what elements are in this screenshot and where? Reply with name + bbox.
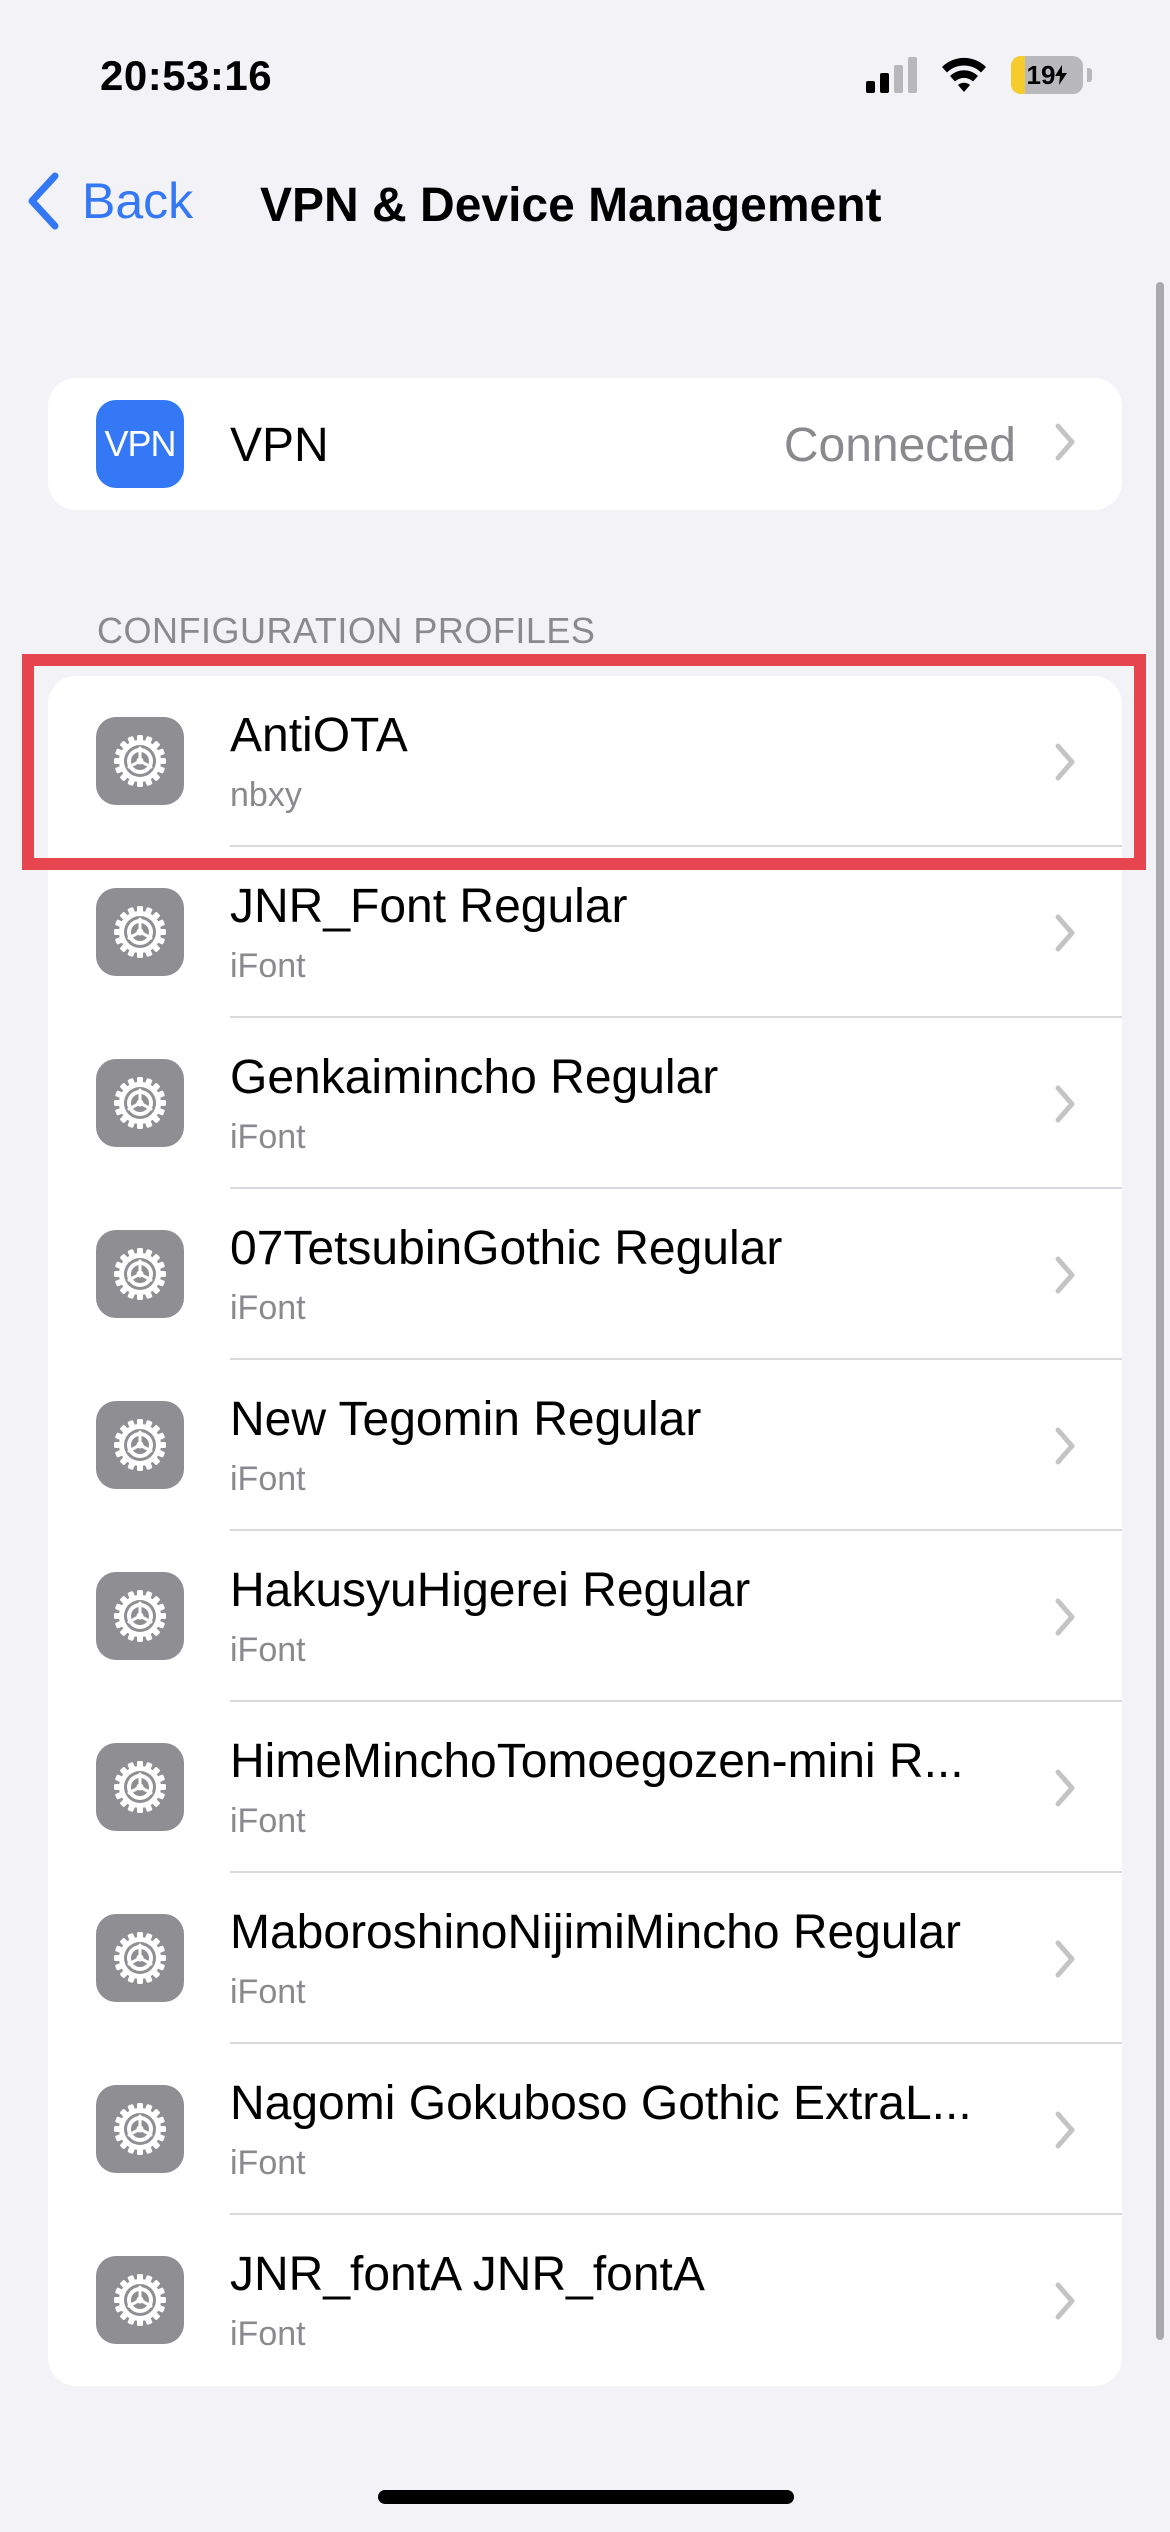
settings-gear-icon bbox=[96, 1401, 184, 1489]
charging-bolt-icon bbox=[1055, 65, 1068, 85]
vpn-status: Connected bbox=[783, 419, 1016, 472]
profile-subtitle: iFont bbox=[230, 2144, 306, 2182]
chevron-right-icon bbox=[1055, 1940, 1075, 1978]
configuration-profiles-list: AntiOTA nbxy JNR_Font Regular iFont Genk… bbox=[48, 676, 1122, 2386]
settings-gear-icon bbox=[96, 1059, 184, 1147]
settings-gear-icon bbox=[96, 1914, 184, 2002]
profile-title: JNR_fontA JNR_fontA bbox=[230, 2248, 705, 2301]
profile-row-6[interactable]: HimeMinchoTomoegozen-mini R... iFont bbox=[48, 1702, 1122, 1873]
profile-title: HimeMinchoTomoegozen-mini R... bbox=[230, 1735, 964, 1788]
profile-row-9[interactable]: JNR_fontA JNR_fontA iFont bbox=[48, 2215, 1122, 2386]
profile-row-1[interactable]: JNR_Font Regular iFont bbox=[48, 847, 1122, 1018]
profile-row-7[interactable]: MaboroshinoNijimiMincho Regular iFont bbox=[48, 1873, 1122, 2044]
vpn-icon: VPN bbox=[96, 400, 184, 488]
battery-icon: 19 bbox=[1011, 56, 1083, 94]
profile-title: HakusyuHigerei Regular bbox=[230, 1564, 751, 1617]
cellular-signal-icon bbox=[866, 57, 917, 93]
profile-subtitle: iFont bbox=[230, 1289, 306, 1327]
profile-row-8[interactable]: Nagomi Gokuboso Gothic ExtraL... iFont bbox=[48, 2044, 1122, 2215]
profile-title: New Tegomin Regular bbox=[230, 1393, 702, 1446]
settings-gear-icon bbox=[96, 717, 184, 805]
chevron-right-icon bbox=[1055, 1427, 1075, 1465]
back-button[interactable]: Back bbox=[26, 172, 193, 230]
chevron-right-icon bbox=[1055, 1769, 1075, 1807]
profile-row-4[interactable]: New Tegomin Regular iFont bbox=[48, 1360, 1122, 1531]
profile-subtitle: iFont bbox=[230, 2315, 306, 2353]
profile-title: Genkaimincho Regular bbox=[230, 1051, 719, 1104]
profile-title: MaboroshinoNijimiMincho Regular bbox=[230, 1906, 961, 1959]
vpn-card: VPN VPN Connected bbox=[48, 378, 1122, 510]
profile-subtitle: iFont bbox=[230, 1118, 306, 1156]
profile-subtitle: iFont bbox=[230, 947, 306, 985]
status-icons: 19 bbox=[866, 56, 1092, 94]
chevron-right-icon bbox=[1055, 743, 1075, 781]
profile-title: JNR_Font Regular bbox=[230, 880, 628, 933]
profile-subtitle: nbxy bbox=[230, 776, 302, 814]
settings-gear-icon bbox=[96, 2085, 184, 2173]
chevron-left-icon bbox=[28, 172, 59, 230]
vpn-row[interactable]: VPN VPN Connected bbox=[48, 378, 1122, 510]
profile-row-2[interactable]: Genkaimincho Regular iFont bbox=[48, 1018, 1122, 1189]
settings-gear-icon bbox=[96, 2256, 184, 2344]
scroll-indicator[interactable] bbox=[1156, 282, 1164, 2340]
profile-subtitle: iFont bbox=[230, 1802, 306, 1840]
back-label: Back bbox=[82, 173, 194, 229]
profile-subtitle: iFont bbox=[230, 1631, 306, 1669]
settings-gear-icon bbox=[96, 888, 184, 976]
status-bar: 20:53:16 19 bbox=[0, 0, 1170, 150]
chevron-right-icon bbox=[1055, 2282, 1075, 2320]
wifi-icon bbox=[942, 57, 986, 92]
chevron-right-icon bbox=[1055, 914, 1075, 952]
vpn-label: VPN bbox=[230, 419, 329, 472]
profile-row-0[interactable]: AntiOTA nbxy bbox=[48, 676, 1122, 847]
status-time: 20:53:16 bbox=[100, 52, 273, 99]
navigation-bar: Back VPN & Device Management bbox=[0, 160, 1170, 250]
settings-gear-icon bbox=[96, 1572, 184, 1660]
battery-cap bbox=[1087, 68, 1092, 82]
settings-gear-icon bbox=[96, 1743, 184, 1831]
profile-title: AntiOTA bbox=[230, 709, 408, 762]
home-indicator[interactable] bbox=[378, 2490, 794, 2504]
chevron-right-icon bbox=[1055, 1085, 1075, 1123]
profile-title: Nagomi Gokuboso Gothic ExtraL... bbox=[230, 2077, 972, 2130]
battery-level: 19 bbox=[1026, 59, 1056, 90]
chevron-right-icon bbox=[1055, 1256, 1075, 1294]
settings-gear-icon bbox=[96, 1230, 184, 1318]
profile-subtitle: iFont bbox=[230, 1973, 306, 2011]
page-title: VPN & Device Management bbox=[260, 179, 882, 232]
profile-subtitle: iFont bbox=[230, 1460, 306, 1498]
chevron-right-icon bbox=[1055, 1598, 1075, 1636]
chevron-right-icon bbox=[1055, 423, 1075, 461]
profile-row-3[interactable]: 07TetsubinGothic Regular iFont bbox=[48, 1189, 1122, 1360]
profile-title: 07TetsubinGothic Regular bbox=[230, 1222, 783, 1275]
section-header-configuration-profiles: CONFIGURATION PROFILES bbox=[97, 610, 596, 651]
profile-row-5[interactable]: HakusyuHigerei Regular iFont bbox=[48, 1531, 1122, 1702]
chevron-right-icon bbox=[1055, 2111, 1075, 2149]
